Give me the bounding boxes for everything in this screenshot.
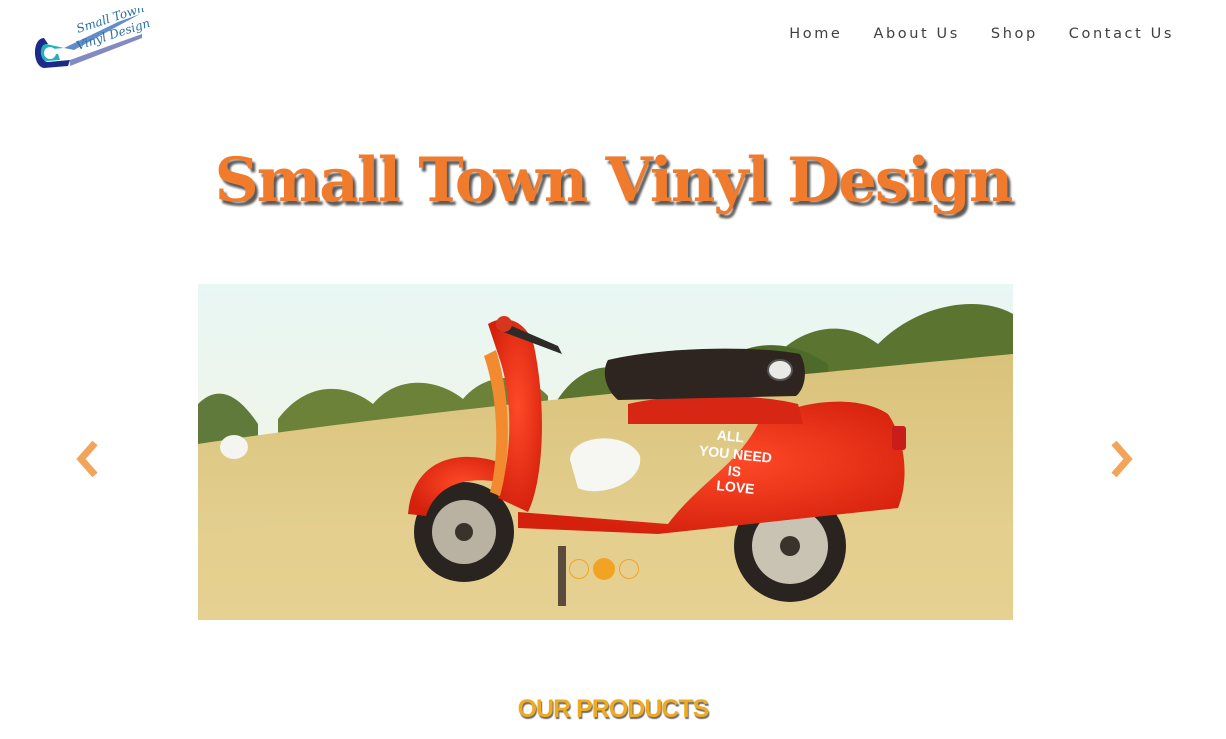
nav-shop[interactable]: Shop xyxy=(991,26,1038,42)
carousel-indicator-1[interactable] xyxy=(569,559,589,579)
carousel-indicators xyxy=(569,558,639,580)
site-logo[interactable]: Small Town Vinyl Design xyxy=(30,8,150,74)
chevron-right-icon xyxy=(1111,440,1133,478)
decal-line-1: ALL xyxy=(716,427,745,446)
decal-line-3: IS xyxy=(727,462,742,479)
nav-about-us[interactable]: About Us xyxy=(873,26,959,42)
nav-home[interactable]: Home xyxy=(789,26,842,42)
main-nav: Home About Us Shop Contact Us xyxy=(789,26,1174,42)
carousel-next-button[interactable] xyxy=(1102,437,1138,481)
carousel-indicator-3[interactable] xyxy=(619,559,639,579)
hero-title: Small Town Vinyl Design xyxy=(214,145,1014,216)
carousel-indicator-2[interactable] xyxy=(593,558,615,580)
logo-graphic: Small Town Vinyl Design xyxy=(35,8,150,68)
products-heading: OUR PRODUCTS xyxy=(517,695,710,723)
chevron-left-icon xyxy=(76,440,98,478)
nav-contact-us[interactable]: Contact Us xyxy=(1069,26,1174,42)
carousel-prev-button[interactable] xyxy=(71,437,107,481)
